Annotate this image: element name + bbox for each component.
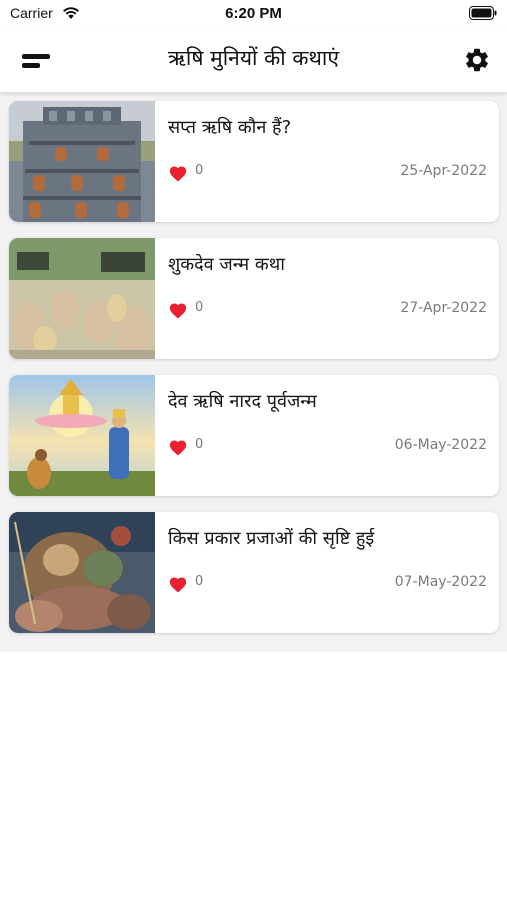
heart-icon[interactable] — [168, 438, 188, 456]
creation-painting-thumbnail — [9, 512, 155, 633]
story-card[interactable]: देव ऋषि नारद पूर्वजन्म 0 06-May-2022 — [9, 375, 499, 496]
heart-icon[interactable] — [168, 164, 188, 182]
menu-button[interactable] — [18, 46, 54, 76]
like-count: 0 — [195, 163, 204, 178]
story-title: किस प्रकार प्रजाओं की सृष्टि हुई — [168, 528, 375, 549]
status-time: 6:20 PM — [225, 5, 282, 22]
heart-icon[interactable] — [168, 575, 188, 593]
story-title: सप्त ऋषि कौन हैं? — [168, 117, 292, 138]
temple-carving-thumbnail — [9, 101, 155, 222]
gear-icon — [466, 48, 488, 72]
like-count: 0 — [195, 300, 204, 315]
story-list: सप्त ऋषि कौन हैं? 0 25-Apr-2022 शुकदेव ज… — [0, 92, 507, 652]
story-title: देव ऋषि नारद पूर्वजन्म — [168, 391, 317, 412]
story-card[interactable]: किस प्रकार प्रजाओं की सृष्टि हुई 0 07-Ma… — [9, 512, 499, 633]
heart-icon[interactable] — [168, 301, 188, 319]
story-date: 07-May-2022 — [394, 574, 487, 590]
sages-gathering-thumbnail — [9, 238, 155, 359]
story-date: 27-Apr-2022 — [400, 300, 487, 316]
app-bar: ऋषि मुनियों की कथाएं — [0, 30, 507, 92]
story-date: 06-May-2022 — [394, 437, 487, 453]
like-count: 0 — [195, 574, 204, 589]
status-bar: Carrier 6:20 PM — [0, 0, 507, 30]
narad-lotus-thumbnail — [9, 375, 155, 496]
story-date: 25-Apr-2022 — [400, 163, 487, 179]
story-card[interactable]: शुकदेव जन्म कथा 0 27-Apr-2022 — [9, 238, 499, 359]
story-title: शुकदेव जन्म कथा — [168, 254, 285, 275]
page-title: ऋषि मुनियों की कथाएं — [168, 46, 339, 70]
battery-icon — [469, 6, 497, 20]
settings-button[interactable] — [463, 46, 491, 74]
like-count: 0 — [195, 437, 204, 452]
story-card[interactable]: सप्त ऋषि कौन हैं? 0 25-Apr-2022 — [9, 101, 499, 222]
